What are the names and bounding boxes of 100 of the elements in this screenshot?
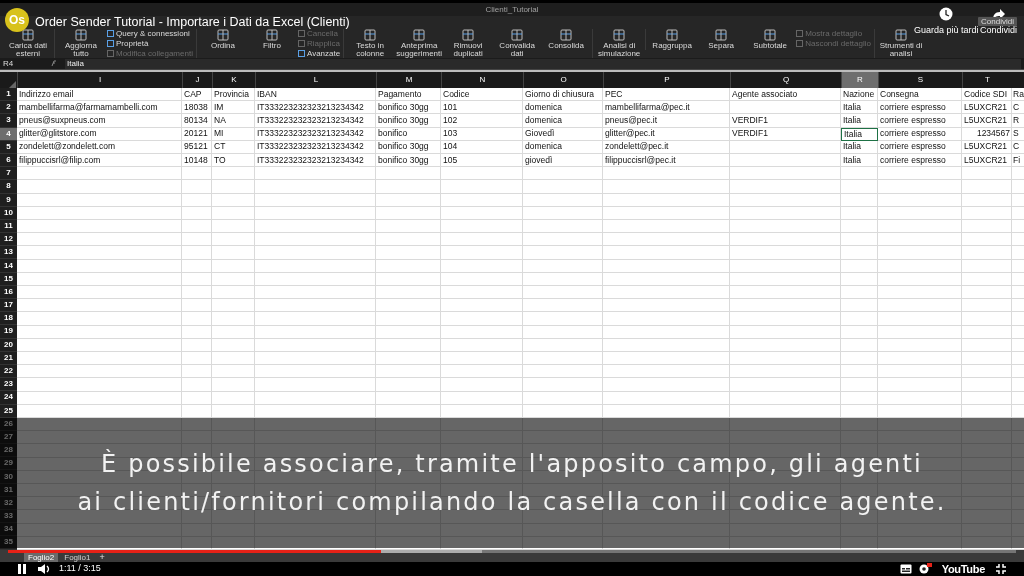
tooltip: Condividi xyxy=(978,17,1017,26)
ribbon-button[interactable]: Testo in colonne xyxy=(347,29,394,58)
table-cell-text: Consegna xyxy=(879,88,920,101)
table-cell-text: Fi xyxy=(1012,153,1022,167)
row-header: 19 xyxy=(0,325,17,339)
table-cell-text: Codice xyxy=(442,88,471,101)
table-cell-text: domenica xyxy=(524,114,563,127)
row-header: 13 xyxy=(0,246,17,260)
ribbon-button[interactable]: Anteprima suggerimenti xyxy=(396,29,443,58)
table-cell-text: bonifico 30gg xyxy=(377,114,430,127)
time-display: 1:11 / 3:15 xyxy=(59,562,101,576)
table-cell-text: IT333223232323213234342 xyxy=(256,127,365,140)
table-cell-text: mambellifarma@pec.it xyxy=(604,101,691,114)
ribbon-button[interactable]: Analisi di simulazione xyxy=(596,29,643,58)
ribbon-button[interactable]: Convalida dati xyxy=(494,29,541,58)
table-cell: Ra xyxy=(1012,88,1024,101)
table-cell-text: Codice SDI xyxy=(963,88,1008,101)
table-cell-text: L5UXCR21 xyxy=(963,101,1008,114)
table-cell-text: IT333223232323213234342 xyxy=(256,153,365,167)
table-cell-text: PEC xyxy=(604,88,624,101)
table-cell-text: NA xyxy=(213,114,227,127)
table-cell-text: IM xyxy=(213,101,225,114)
table-cell-text: IT333223232323213234342 xyxy=(256,114,365,127)
row-header: 12 xyxy=(0,233,17,247)
table-cell-text: corriere espresso xyxy=(879,140,947,153)
row-header: 1 xyxy=(0,88,17,102)
table-cell-text: 1234567 xyxy=(975,127,1011,140)
table-cell-text: mambellifarma@farmamambelli.com xyxy=(18,101,159,114)
table-cell-text: 20121 xyxy=(183,127,209,140)
ribbon-button[interactable]: Query & connessioni xyxy=(107,29,193,38)
table-cell-text: Nazione xyxy=(842,88,876,101)
ribbon-button[interactable]: Consolida xyxy=(543,29,590,50)
row-header: 18 xyxy=(0,312,17,326)
table-cell-text: S xyxy=(1012,127,1020,140)
row-header: 2 xyxy=(0,101,17,115)
table-cell-text: filippuccisrl@pec.it xyxy=(604,153,677,167)
table-cell-text: C xyxy=(1012,101,1021,114)
row-header: 8 xyxy=(0,180,17,194)
table-cell-text: zondelett@zondelett.com xyxy=(18,140,117,153)
row-header: 14 xyxy=(0,259,17,273)
table-cell-text: Provincia xyxy=(213,88,250,101)
add-sheet-button[interactable]: + xyxy=(96,552,108,562)
row-header: 33 xyxy=(0,510,17,524)
table-cell-text: L5UXCR21 xyxy=(963,114,1008,127)
table-cell-text: L5UXCR21 xyxy=(963,140,1008,153)
row-header: 7 xyxy=(0,167,17,181)
table-cell-text: glitter@glitstore.com xyxy=(18,127,98,140)
table-cell-text: Agente associato xyxy=(731,88,799,101)
youtube-logo[interactable]: YouTube xyxy=(941,560,985,576)
ribbon-button[interactable]: Filtro xyxy=(248,29,295,50)
table-cell-text: TO xyxy=(213,153,227,167)
row-header: 34 xyxy=(0,523,17,537)
name-box[interactable]: R4 xyxy=(3,57,25,70)
table-cell-text: CT xyxy=(213,140,227,153)
table-cell-text: IBAN xyxy=(256,88,278,101)
ribbon-button[interactable]: Rimuovi duplicati xyxy=(445,29,492,58)
table-cell-text: Italia xyxy=(842,140,862,153)
ribbon-button[interactable]: Proprietà xyxy=(107,39,193,48)
table-cell-text: glitter@pec.it xyxy=(604,127,656,140)
table-cell-text: Giovedì xyxy=(524,127,556,140)
caption-line: ai clienti/fornitori compilando la casella con il codice agente. xyxy=(77,487,947,517)
row-header: 35 xyxy=(0,536,17,550)
table-cell-text: Italia xyxy=(842,114,862,127)
row-header: 3 xyxy=(0,114,17,128)
ribbon-button[interactable]: Avanzate xyxy=(297,49,341,58)
row-header: 28 xyxy=(0,444,17,458)
table-cell-text: bonifico 30gg xyxy=(377,140,430,153)
table-cell-text: Pagamento xyxy=(377,88,423,101)
sheet-tab[interactable]: Foglio1 xyxy=(60,552,95,562)
table-cell-text: R xyxy=(1012,114,1021,127)
ribbon-button[interactable]: Separa xyxy=(698,29,745,50)
table-cell-text: 95121 xyxy=(183,140,209,153)
ribbon-button[interactable]: Ordina xyxy=(199,29,246,50)
table-cell-text: Italia xyxy=(842,153,862,167)
watch-later-button[interactable]: Guarda più tardi xyxy=(914,7,979,38)
table-cell-text: bonifico 30gg xyxy=(377,101,430,114)
table-cell-text: bonifico 30gg xyxy=(377,153,430,167)
table-cell-text: IT333223232323213234342 xyxy=(256,140,365,153)
ribbon-button[interactable]: Carica dati esterni xyxy=(5,29,51,58)
table-cell-text: filippuccisrl@filip.com xyxy=(18,153,102,167)
row-header: 24 xyxy=(0,391,17,405)
ribbon-button[interactable]: Aggiorna tutto xyxy=(58,29,104,58)
formula-field[interactable]: Italia xyxy=(65,58,1021,69)
table-cell-text: 105 xyxy=(442,153,459,167)
table-cell-text: VERDIF1 xyxy=(731,114,769,127)
table-cell-text: CAP xyxy=(183,88,203,101)
ribbon-button[interactable]: Raggruppa xyxy=(649,29,696,50)
table-cell-text: Giorno di chiusura xyxy=(524,88,595,101)
row-header: 23 xyxy=(0,378,17,392)
table-cell-text: pneus@suxpneus.com xyxy=(18,114,107,127)
document-title: Clienti_Tutorial xyxy=(485,3,539,16)
video-title[interactable]: Order Sender Tutorial - Importare i Dati da Excel (Clienti) xyxy=(35,13,350,32)
row-header: 29 xyxy=(0,457,17,471)
table-cell-text: IT333223232323213234342 xyxy=(256,101,365,114)
table-cell-text: domenica xyxy=(524,140,563,153)
caption-line: È possibile associare, tramite l'apposito campo, gli agenti xyxy=(101,449,923,479)
table-cell-text: 101 xyxy=(442,101,459,114)
table-cell-text: Indirizzo email xyxy=(18,88,75,101)
ribbon-button[interactable]: Subtotale xyxy=(747,29,794,50)
table-cell-text: bonifico xyxy=(377,127,409,140)
